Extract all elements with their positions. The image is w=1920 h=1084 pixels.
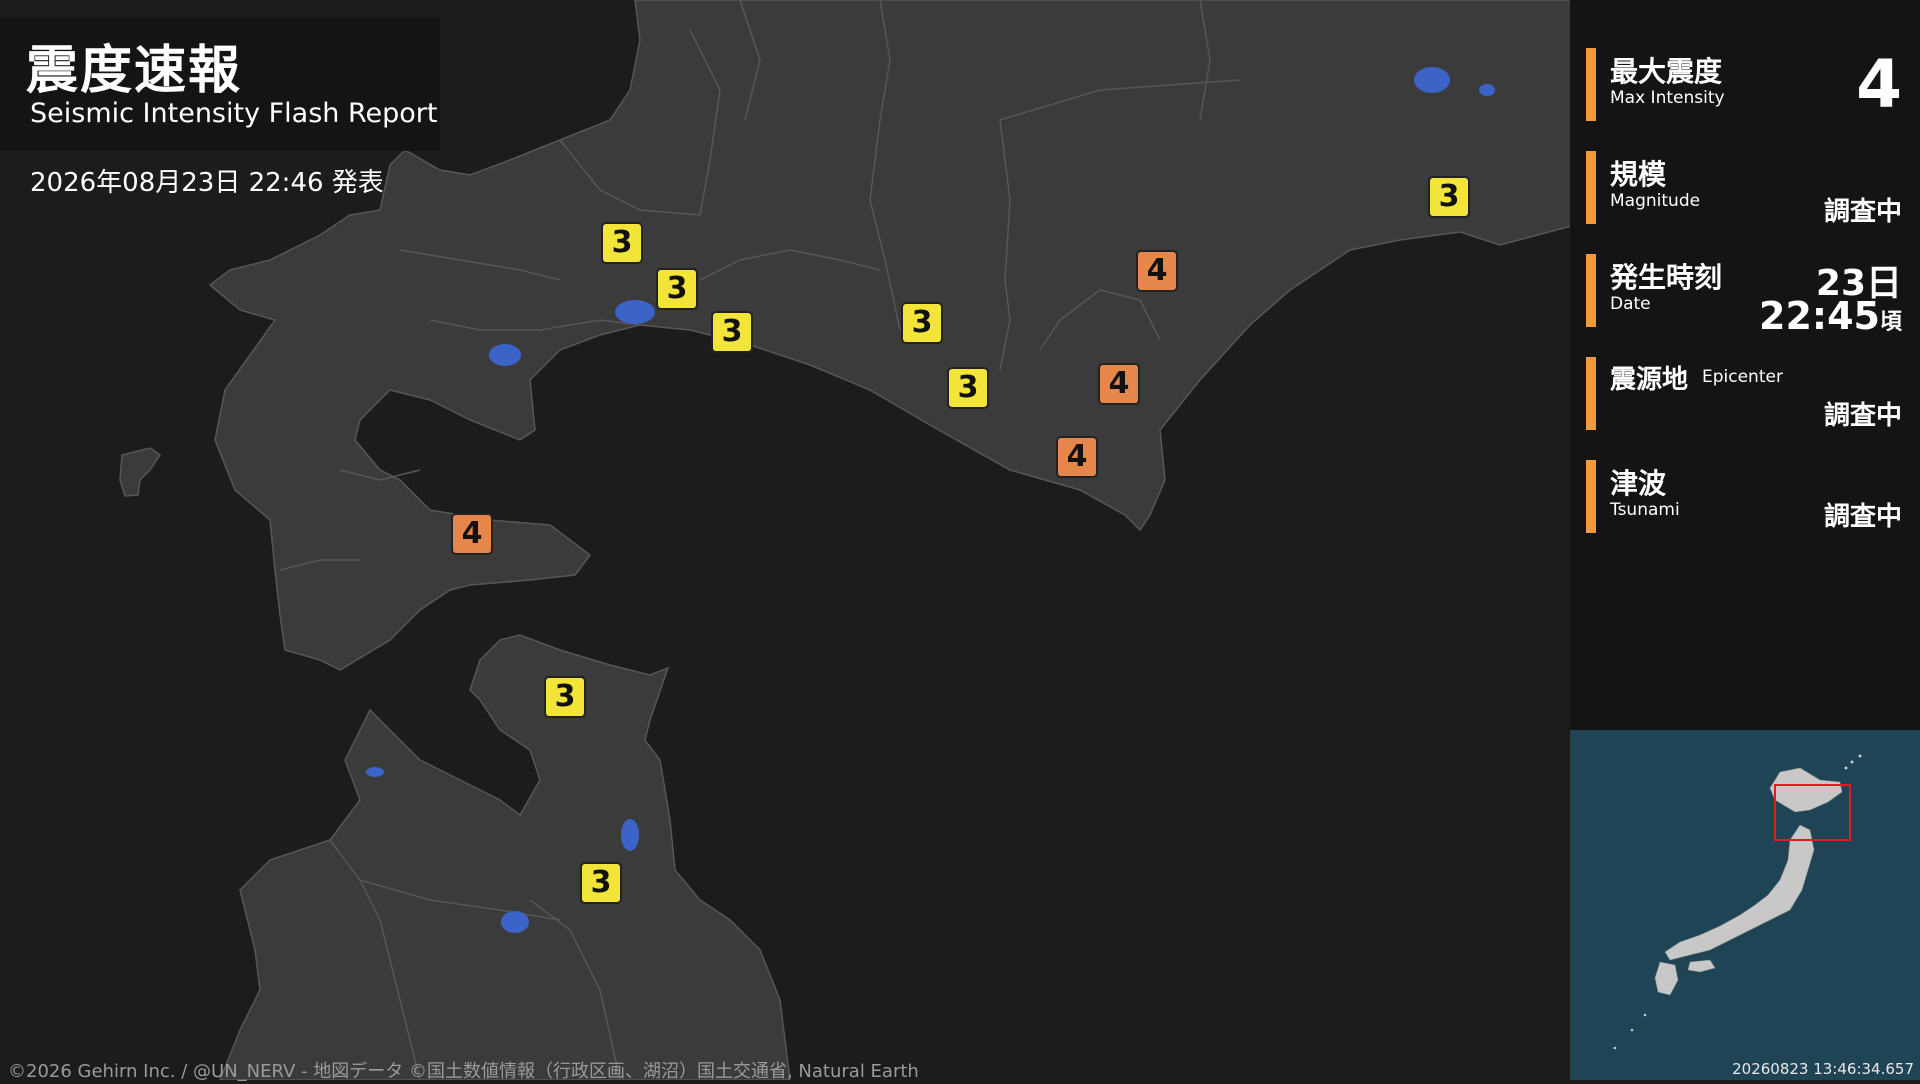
japan-honshu-inset [1664, 824, 1815, 961]
tsunami-value: 調査中 [1823, 502, 1902, 532]
intensity-marker[interactable]: 4 [1138, 252, 1176, 290]
intensity-marker[interactable]: 4 [1100, 365, 1138, 403]
lake-jusan [366, 767, 384, 777]
intensity-marker[interactable]: 3 [713, 313, 751, 351]
tsunami-label-en: Tsunami [1610, 500, 1680, 520]
date-suffix: 頃 [1879, 310, 1902, 335]
magnitude-label: 規模 [1610, 158, 1667, 191]
overview-map[interactable]: 20260823 13:46:34.657 [1570, 730, 1920, 1080]
intensity-marker[interactable]: 3 [1430, 178, 1468, 216]
accent-bar [1586, 357, 1596, 430]
okushiri-island [119, 447, 162, 497]
lake-akan [1414, 67, 1450, 93]
title-jp: 震度速報 [26, 41, 243, 101]
lake-toya [489, 344, 521, 366]
japan-kyushu-inset [1654, 961, 1679, 996]
aomori-landmass [219, 634, 791, 1080]
intensity-marker[interactable]: 3 [658, 270, 696, 308]
accent-bar [1586, 254, 1596, 327]
japan-shikoku-inset [1687, 959, 1716, 973]
issued-time: 2026年08月23日 22:46 発表 [30, 168, 384, 198]
epicenter-label-en: Epicenter [1702, 367, 1783, 387]
date-time: 22:45頃 [1759, 294, 1902, 338]
magnitude-label-en: Magnitude [1610, 191, 1701, 211]
max-intensity-label: 最大震度 [1610, 55, 1723, 88]
title-box: 震度速報 Seismic Intensity Flash Report [0, 18, 440, 151]
magnitude-value: 調査中 [1823, 197, 1902, 227]
intensity-marker[interactable]: 3 [903, 304, 941, 342]
tsunami-row: 津波 Tsunami 調査中 [1570, 460, 1920, 535]
lake-towada [501, 911, 529, 933]
map-credit: ©2026 Gehirn Inc. / @UN_NERV - 地図データ ©国土… [8, 1061, 919, 1082]
epicenter-value: 調査中 [1823, 401, 1902, 431]
date-label-en: Date [1610, 294, 1651, 314]
accent-bar [1586, 151, 1596, 224]
date-time-value: 22:45 [1759, 294, 1880, 338]
accent-bar [1586, 48, 1596, 121]
info-panel: 最大震度 Max Intensity 4 規模 Magnitude 調査中 発生… [1570, 0, 1920, 730]
intensity-marker[interactable]: 3 [546, 678, 584, 716]
epicenter-label: 震源地 [1610, 365, 1689, 395]
title-en: Seismic Intensity Flash Report [30, 98, 438, 129]
intensity-marker[interactable]: 3 [949, 369, 987, 407]
intensity-marker[interactable]: 3 [582, 864, 620, 902]
max-intensity-value: 4 [1856, 46, 1902, 123]
magnitude-row: 規模 Magnitude 調査中 [1570, 151, 1920, 227]
date-label: 発生時刻 [1610, 261, 1723, 294]
lake-kussharo [1479, 84, 1495, 96]
date-row: 発生時刻 Date 23日 22:45頃 [1570, 254, 1920, 338]
intensity-marker[interactable]: 4 [453, 515, 491, 553]
intensity-marker[interactable]: 4 [1058, 438, 1096, 476]
accent-bar [1586, 460, 1596, 533]
intensity-marker[interactable]: 3 [603, 224, 641, 262]
timestamp: 20260823 13:46:34.657 [1732, 1060, 1914, 1078]
lake-ogawara [621, 819, 639, 851]
max-intensity-label-en: Max Intensity [1610, 88, 1725, 108]
japan-hokkaido-inset [1769, 767, 1843, 813]
epicenter-row: 震源地 Epicenter 調査中 [1570, 357, 1920, 432]
lake-shikotsu [615, 300, 655, 324]
tsunami-label: 津波 [1610, 467, 1667, 500]
max-intensity-row: 最大震度 Max Intensity 4 [1570, 48, 1920, 123]
